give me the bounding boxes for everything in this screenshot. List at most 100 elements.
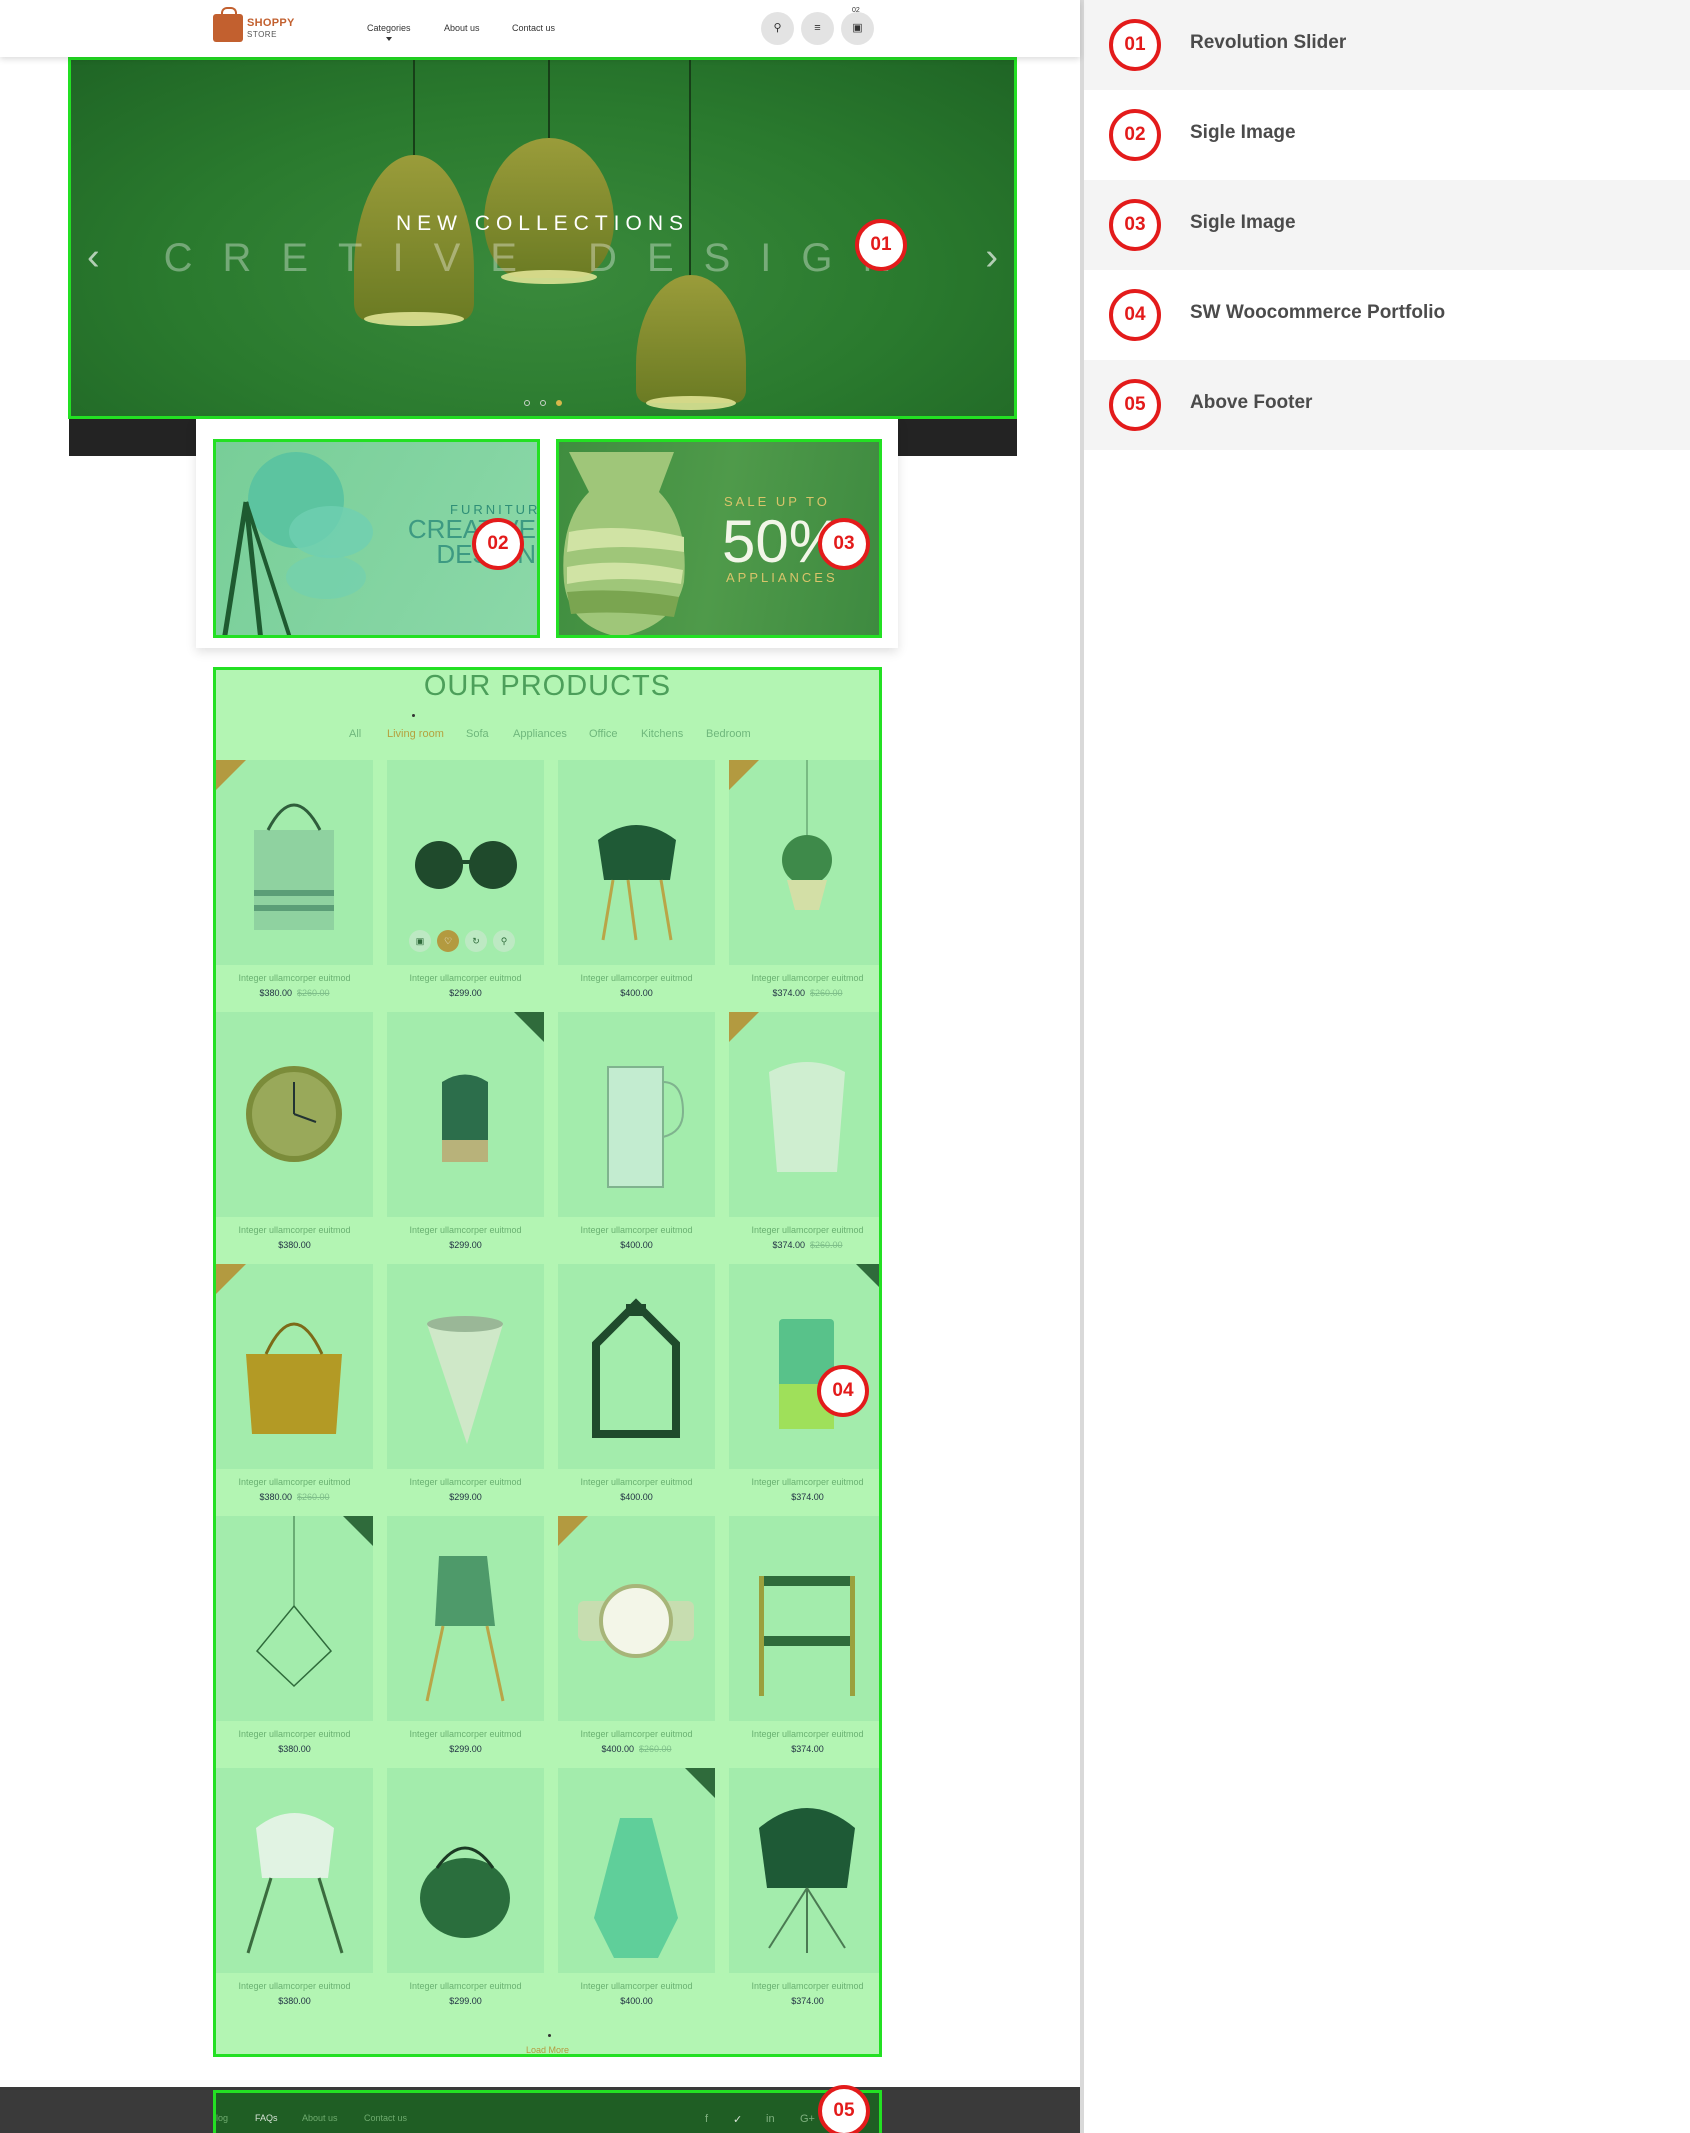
lamp-cord bbox=[413, 60, 415, 160]
product-card[interactable]: Integer ullamcorper euitmod $374.00 $260.0… bbox=[729, 760, 879, 998]
product-name[interactable]: Integer ullamcorper euitmod bbox=[558, 1225, 715, 1235]
product-card[interactable]: Integer ullamcorper euitmod $400.00 $260.0… bbox=[558, 1516, 715, 1754]
twitter-icon[interactable]: ✓ bbox=[733, 2113, 742, 2126]
product-card[interactable]: Integer ullamcorper euitmod $380.00 bbox=[216, 1516, 373, 1754]
product-name[interactable]: Integer ullamcorper euitmod bbox=[216, 1477, 373, 1487]
product-price: $400.00 bbox=[558, 1996, 715, 2006]
product-name[interactable]: Integer ullamcorper euitmod bbox=[558, 1981, 715, 1991]
product-card[interactable]: Integer ullamcorper euitmod $380.00 bbox=[216, 1012, 373, 1250]
product-card[interactable]: ▣ ♡ ↻ ⚲ Integer ullamcorper euitmod $299.00 bbox=[387, 760, 544, 998]
product-card[interactable]: Integer ullamcorper euitmod $299.00 bbox=[387, 1516, 544, 1754]
tab-sofa[interactable]: Sofa bbox=[466, 728, 489, 740]
product-image bbox=[779, 1319, 834, 1429]
tab-living-room[interactable]: Living room bbox=[387, 728, 444, 740]
marker-03: 03 bbox=[818, 518, 870, 570]
footer-link-about[interactable]: About us bbox=[302, 2113, 338, 2123]
product-card[interactable]: Integer ullamcorper euitmod $299.00 bbox=[387, 1264, 544, 1502]
product-card[interactable]: Integer ullamcorper euitmod $380.00 $260.0… bbox=[216, 760, 373, 998]
layout-preview: SHOPPY STORE Categories About us Contact… bbox=[0, 0, 1080, 2133]
facebook-icon[interactable]: f bbox=[705, 2113, 708, 2125]
product-card[interactable]: Integer ullamcorper euitmod $400.00 bbox=[558, 760, 715, 998]
product-card[interactable]: Integer ullamcorper euitmod $299.00 bbox=[387, 1012, 544, 1250]
product-price-current: $400.00 bbox=[620, 1240, 653, 1250]
product-card[interactable]: Integer ullamcorper euitmod $299.00 bbox=[387, 1768, 544, 2006]
load-more-button[interactable]: Load More bbox=[216, 2045, 879, 2054]
product-card[interactable]: Integer ullamcorper euitmod $400.00 bbox=[558, 1264, 715, 1502]
tab-bedroom[interactable]: Bedroom bbox=[706, 728, 751, 740]
product-card[interactable]: Integer ullamcorper euitmod $400.00 bbox=[558, 1012, 715, 1250]
nav-contact[interactable]: Contact us bbox=[512, 23, 555, 33]
site-logo[interactable]: SHOPPY STORE bbox=[213, 7, 303, 44]
legend-row: 03 Sigle Image bbox=[1084, 180, 1690, 270]
product-name[interactable]: Integer ullamcorper euitmod bbox=[387, 1729, 544, 1739]
linkedin-icon[interactable]: in bbox=[766, 2113, 775, 2125]
shopping-bag-icon bbox=[213, 7, 243, 42]
product-card[interactable]: Integer ullamcorper euitmod $400.00 bbox=[558, 1768, 715, 2006]
product-name[interactable]: Integer ullamcorper euitmod bbox=[558, 1477, 715, 1487]
product-badge bbox=[514, 1012, 544, 1042]
footer-link-blog[interactable]: Blog bbox=[216, 2113, 228, 2123]
product-price-old: $260.00 bbox=[810, 988, 843, 998]
product-price: $299.00 bbox=[387, 1996, 544, 2006]
cart-button[interactable]: 02 ▣ bbox=[841, 7, 874, 45]
product-name[interactable]: Integer ullamcorper euitmod bbox=[216, 973, 373, 983]
product-price: $374.00 bbox=[729, 1492, 879, 1502]
product-image bbox=[592, 1298, 680, 1438]
product-card[interactable]: Integer ullamcorper euitmod $374.00 bbox=[729, 1516, 879, 1754]
product-price-current: $380.00 bbox=[278, 1744, 311, 1754]
product-image bbox=[420, 1846, 510, 1938]
product-price: $380.00 bbox=[216, 1996, 373, 2006]
product-image bbox=[246, 1813, 344, 1954]
add-to-cart-icon[interactable]: ▣ bbox=[409, 930, 431, 952]
product-name[interactable]: Integer ullamcorper euitmod bbox=[216, 1729, 373, 1739]
product-card[interactable]: Integer ullamcorper euitmod $380.00 bbox=[216, 1768, 373, 2006]
product-name[interactable]: Integer ullamcorper euitmod bbox=[729, 1729, 879, 1739]
product-card[interactable]: Integer ullamcorper euitmod $374.00 $260.0… bbox=[729, 1012, 879, 1250]
product-image bbox=[782, 760, 832, 910]
tab-kitchens[interactable]: Kitchens bbox=[641, 728, 683, 740]
google-plus-icon[interactable]: G+ bbox=[800, 2113, 815, 2125]
slide-dot[interactable] bbox=[523, 400, 530, 406]
product-name[interactable]: Integer ullamcorper euitmod bbox=[387, 1981, 544, 1991]
heart-icon[interactable]: ♡ bbox=[437, 930, 459, 952]
lamp-cord bbox=[548, 60, 550, 140]
product-name[interactable]: Integer ullamcorper euitmod bbox=[387, 1477, 544, 1487]
slide-dot-active[interactable] bbox=[555, 400, 562, 406]
product-name[interactable]: Integer ullamcorper euitmod bbox=[729, 1981, 879, 1991]
product-image bbox=[254, 803, 334, 930]
chevron-right-icon[interactable]: › bbox=[985, 236, 998, 279]
product-price-current: $299.00 bbox=[449, 1744, 482, 1754]
nav-about[interactable]: About us bbox=[444, 23, 480, 33]
nav-categories[interactable]: Categories bbox=[367, 23, 411, 41]
search-button[interactable]: ⚲ bbox=[761, 12, 794, 45]
product-name[interactable]: Integer ullamcorper euitmod bbox=[558, 1729, 715, 1739]
product-badge bbox=[343, 1516, 373, 1546]
tab-appliances[interactable]: Appliances bbox=[513, 728, 567, 740]
tab-office[interactable]: Office bbox=[589, 728, 618, 740]
compare-icon[interactable]: ↻ bbox=[465, 930, 487, 952]
product-image bbox=[578, 1584, 694, 1658]
product-price: $299.00 bbox=[387, 1240, 544, 1250]
caret-down-icon bbox=[385, 37, 392, 41]
product-price: $380.00 $260.00 bbox=[216, 988, 373, 998]
product-name[interactable]: Integer ullamcorper euitmod bbox=[387, 973, 544, 983]
product-name[interactable]: Integer ullamcorper euitmod bbox=[387, 1225, 544, 1235]
search-icon: ⚲ bbox=[773, 22, 782, 34]
tab-all[interactable]: All bbox=[349, 728, 361, 740]
product-name[interactable]: Integer ullamcorper euitmod bbox=[729, 1225, 879, 1235]
product-name[interactable]: Integer ullamcorper euitmod bbox=[729, 1477, 879, 1487]
menu-button[interactable]: ≡ bbox=[801, 12, 834, 45]
product-name[interactable]: Integer ullamcorper euitmod bbox=[729, 973, 879, 983]
product-name[interactable]: Integer ullamcorper euitmod bbox=[558, 973, 715, 983]
product-card[interactable]: Integer ullamcorper euitmod $374.00 bbox=[729, 1768, 879, 2006]
chevron-left-icon[interactable]: ‹ bbox=[87, 236, 100, 279]
slide-dot[interactable] bbox=[539, 400, 546, 406]
footer-link-contact[interactable]: Contact us bbox=[364, 2113, 407, 2123]
product-name[interactable]: Integer ullamcorper euitmod bbox=[216, 1225, 373, 1235]
product-price-old: $260.00 bbox=[297, 988, 330, 998]
product-card[interactable]: Integer ullamcorper euitmod $374.00 bbox=[729, 1264, 879, 1502]
footer-link-faqs[interactable]: FAQs bbox=[255, 2113, 278, 2123]
search-icon[interactable]: ⚲ bbox=[493, 930, 515, 952]
product-card[interactable]: Integer ullamcorper euitmod $380.00 $260.0… bbox=[216, 1264, 373, 1502]
product-name[interactable]: Integer ullamcorper euitmod bbox=[216, 1981, 373, 1991]
